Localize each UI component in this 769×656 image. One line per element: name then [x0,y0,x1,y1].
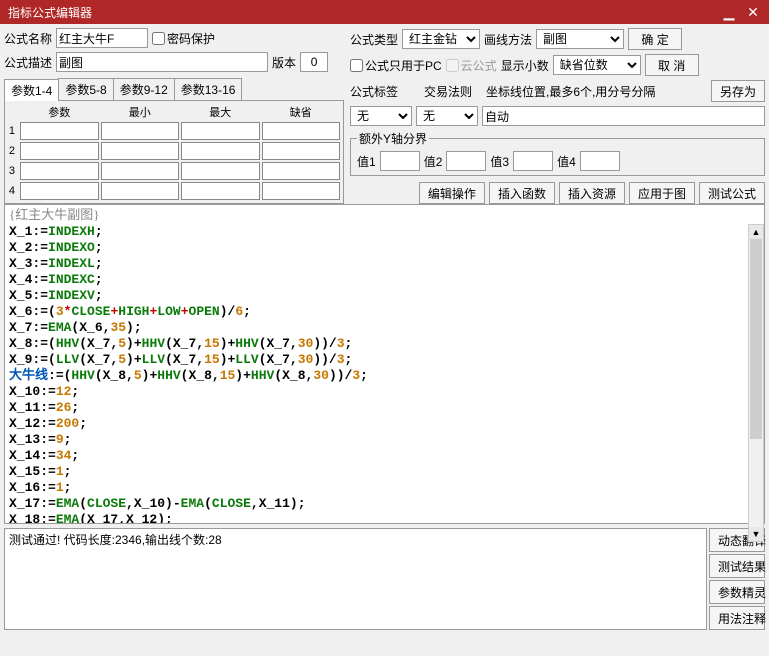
apply-button[interactable]: 应用于图 [629,182,695,204]
param-4-def[interactable] [262,182,341,200]
dec-label: 显示小数 [501,57,549,74]
minimize-icon[interactable]: ▁ [717,4,741,21]
param-grid: 参数最小最大缺省 1 2 3 4 [4,101,344,204]
param-1-def[interactable] [262,122,341,140]
param-tabs: 参数1-4 参数5-8 参数9-12 参数13-16 [4,78,344,101]
insertres-button[interactable]: 插入资源 [559,182,625,204]
param-3-def[interactable] [262,162,341,180]
param-1-max[interactable] [181,122,260,140]
type-select[interactable]: 红主金钻 [402,29,480,49]
test-result-button[interactable]: 测试结果 [709,554,765,578]
param-2-def[interactable] [262,142,341,160]
name-input[interactable] [56,28,148,48]
coord-label: 坐标线位置,最多6个,用分号分隔 [486,83,655,100]
close-icon[interactable]: ✕ [741,4,765,21]
status-area: 测试通过! 代码长度:2346,输出线个数:28 [4,528,707,630]
version-label: 版本 [272,54,296,71]
param-2-min[interactable] [101,142,180,160]
editop-button[interactable]: 编辑操作 [419,182,485,204]
param-2-name[interactable] [20,142,99,160]
scroll-down-icon[interactable]: ▼ [749,527,763,541]
param-2-max[interactable] [181,142,260,160]
y3-input[interactable] [513,151,553,171]
tab-params-5-8[interactable]: 参数5-8 [58,78,113,100]
line-label: 画线方法 [484,31,532,48]
param-1-min[interactable] [101,122,180,140]
tab-params-13-16[interactable]: 参数13-16 [174,78,243,100]
param-4-min[interactable] [101,182,180,200]
desc-input[interactable] [56,52,268,72]
test-button[interactable]: 测试公式 [699,182,765,204]
window-title: 指标公式编辑器 [4,4,717,21]
dec-select[interactable]: 缺省位数 [553,55,641,75]
name-label: 公式名称 [4,30,52,47]
desc-label: 公式描述 [4,54,52,71]
param-4-name[interactable] [20,182,99,200]
yaxis-group: 额外Y轴分界 值1 值2 值3 值4 [350,130,765,176]
editor-scrollbar[interactable]: ▲ ▼ [748,224,764,542]
code-editor[interactable]: {红主大牛副图} X_1:=INDEXH; X_2:=INDEXO; X_3:=… [4,204,765,524]
password-checkbox[interactable]: 密码保护 [152,30,215,47]
insertfn-button[interactable]: 插入函数 [489,182,555,204]
pconly-checkbox[interactable]: 公式只用于PC [350,57,442,74]
y1-input[interactable] [380,151,420,171]
rule-select[interactable]: 无 [416,106,478,126]
scroll-up-icon[interactable]: ▲ [749,225,763,239]
y4-input[interactable] [580,151,620,171]
titlebar: 指标公式编辑器 ▁ ✕ [0,0,769,24]
saveas-button[interactable]: 另存为 [711,80,765,102]
param-wizard-button[interactable]: 参数精灵 [709,580,765,604]
cancel-button[interactable]: 取 消 [645,54,699,76]
version-input[interactable] [300,52,328,72]
cloud-checkbox: 云公式 [446,57,497,74]
ok-button[interactable]: 确 定 [628,28,682,50]
tag-label: 公式标签 [350,83,398,100]
rule-label: 交易法则 [424,83,472,100]
type-label: 公式类型 [350,31,398,48]
scroll-thumb[interactable] [750,239,762,439]
tab-params-9-12[interactable]: 参数9-12 [113,78,175,100]
param-1-name[interactable] [20,122,99,140]
param-3-name[interactable] [20,162,99,180]
y2-input[interactable] [446,151,486,171]
tag-select[interactable]: 无 [350,106,412,126]
usage-note-button[interactable]: 用法注释 [709,606,765,630]
tab-params-1-4[interactable]: 参数1-4 [4,79,59,101]
line-select[interactable]: 副图 [536,29,624,49]
param-3-max[interactable] [181,162,260,180]
coord-input[interactable] [482,106,765,126]
param-3-min[interactable] [101,162,180,180]
param-4-max[interactable] [181,182,260,200]
